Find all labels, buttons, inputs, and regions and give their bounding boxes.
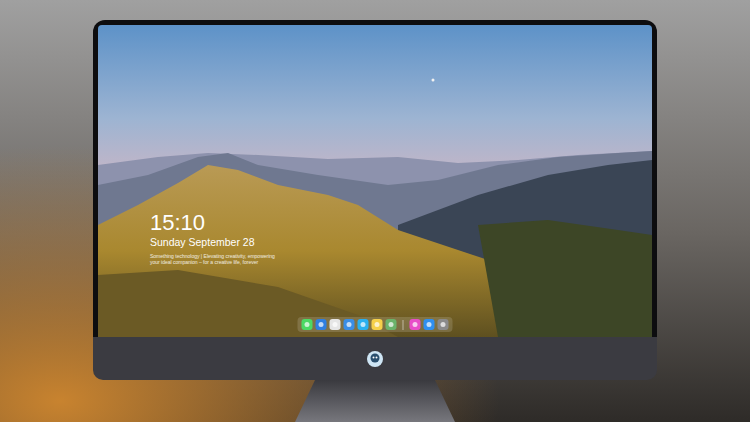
app-icon[interactable] bbox=[344, 319, 355, 330]
app-icon[interactable] bbox=[424, 319, 435, 330]
app-glyph-icon bbox=[441, 322, 446, 327]
app-glyph-icon bbox=[333, 322, 338, 327]
dock-separator bbox=[403, 320, 404, 330]
app-glyph-icon bbox=[305, 322, 310, 327]
app-icon[interactable] bbox=[330, 319, 341, 330]
app-glyph-icon bbox=[427, 322, 432, 327]
app-glyph-icon bbox=[361, 322, 366, 327]
app-icon[interactable] bbox=[372, 319, 383, 330]
clock-date: Sunday September 28 bbox=[150, 236, 275, 249]
app-glyph-icon bbox=[347, 322, 352, 327]
app-icon[interactable] bbox=[358, 319, 369, 330]
caption-line: your ideal companion – for a creative li… bbox=[150, 259, 275, 265]
app-icon[interactable] bbox=[386, 319, 397, 330]
brand-logo-icon bbox=[366, 350, 384, 368]
screen: 15:10 Sunday September 28 Something tech… bbox=[98, 25, 652, 337]
app-icon[interactable] bbox=[438, 319, 449, 330]
bezel: 15:10 Sunday September 28 Something tech… bbox=[93, 20, 657, 337]
app-glyph-icon bbox=[319, 322, 324, 327]
monitor-chin bbox=[93, 337, 657, 380]
app-glyph-icon bbox=[375, 322, 380, 327]
monitor: 15:10 Sunday September 28 Something tech… bbox=[93, 20, 657, 380]
app-icon[interactable] bbox=[302, 319, 313, 330]
clock-time: 15:10 bbox=[150, 211, 275, 235]
dock bbox=[298, 317, 453, 332]
lock-clock: 15:10 Sunday September 28 Something tech… bbox=[150, 211, 275, 265]
monitor-stand bbox=[285, 380, 465, 422]
app-glyph-icon bbox=[413, 322, 418, 327]
app-icon[interactable] bbox=[410, 319, 421, 330]
app-icon[interactable] bbox=[316, 319, 327, 330]
wallpaper bbox=[98, 25, 652, 337]
caption-line: Something technology | Elevating creativ… bbox=[150, 253, 275, 259]
app-glyph-icon bbox=[389, 322, 394, 327]
clock-caption: Something technology | Elevating creativ… bbox=[150, 253, 275, 265]
backdrop: 15:10 Sunday September 28 Something tech… bbox=[0, 0, 750, 422]
